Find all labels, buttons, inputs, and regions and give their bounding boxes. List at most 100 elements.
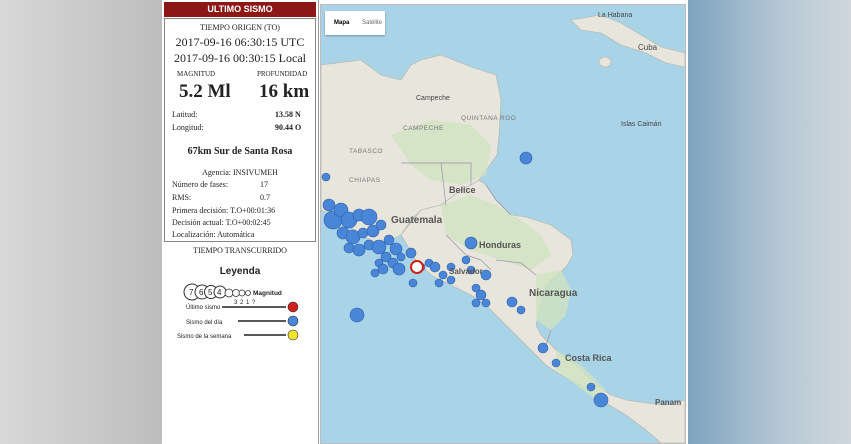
map-label-campeche-city: Campeche bbox=[416, 95, 450, 102]
mag-3-label: 3 bbox=[234, 300, 238, 306]
mag-1-label: 1 bbox=[246, 300, 250, 306]
earthquake-marker[interactable] bbox=[360, 208, 378, 226]
background-left bbox=[0, 0, 162, 444]
mag-7-label: 7 bbox=[189, 288, 194, 297]
earthquake-marker[interactable] bbox=[475, 289, 487, 301]
map-label-nicaragua: Nicaragua bbox=[529, 288, 578, 299]
earthquake-marker[interactable] bbox=[593, 392, 609, 408]
map-label-havana: La Habana bbox=[598, 12, 633, 19]
earthquake-marker[interactable] bbox=[405, 247, 417, 259]
earthquake-marker[interactable] bbox=[586, 382, 596, 392]
map-label-campeche: CAMPECHE bbox=[403, 125, 444, 132]
legend-items: Último sismo Sismo del día Sismo de la s… bbox=[177, 301, 299, 341]
earthquake-marker[interactable] bbox=[357, 227, 369, 239]
legend-box: TIEMPO TRANSCURRIDO Leyenda 7 6 5 4 3 2 … bbox=[164, 245, 316, 442]
magnitude-value: 5.2 Ml bbox=[179, 81, 231, 102]
magnitude-circles: 7 6 5 4 3 2 1 ? Magnitud bbox=[183, 283, 282, 306]
map-type-satellite-button[interactable]: Satélite bbox=[362, 20, 382, 26]
mag-5-label: 5 bbox=[208, 288, 213, 297]
rms-label: RMS: bbox=[172, 193, 192, 202]
map-view[interactable]: Mapa Satélite La Habana Cuba Campeche CA… bbox=[320, 4, 686, 444]
elapsed-time-label: TIEMPO TRANSCURRIDO bbox=[193, 246, 287, 255]
cuba-landmass bbox=[570, 14, 685, 68]
last-earthquake-marker bbox=[410, 260, 424, 274]
map-label-quintana-roo: QUINTANA ROO bbox=[461, 115, 517, 122]
earthquake-marker[interactable] bbox=[321, 172, 331, 182]
map-type-control: Mapa Satélite bbox=[325, 11, 385, 35]
map-label-cuba: Cuba bbox=[638, 43, 658, 52]
earthquake-marker[interactable] bbox=[371, 239, 387, 255]
longitude-value: 90.44 O bbox=[275, 123, 302, 132]
first-decision-text: Primera decisión: T.O+00:01:36 bbox=[172, 206, 276, 215]
earthquake-marker[interactable] bbox=[446, 275, 456, 285]
earthquake-marker[interactable] bbox=[392, 262, 406, 276]
rms-value: 0.7 bbox=[260, 193, 270, 202]
earthquake-marker[interactable] bbox=[506, 296, 518, 308]
earthquake-marker[interactable] bbox=[481, 298, 491, 308]
earthquake-marker[interactable] bbox=[370, 268, 380, 278]
localization-text: Localización: Automática bbox=[172, 230, 255, 239]
earthquake-marker[interactable] bbox=[396, 252, 406, 262]
earthquake-marker[interactable] bbox=[383, 234, 395, 246]
mag-2-label: 2 bbox=[240, 300, 244, 306]
map-label-salvador: Salvador bbox=[449, 267, 483, 276]
mag-4-label: 4 bbox=[217, 288, 222, 297]
magnitude-caption: Magnitud bbox=[253, 290, 282, 297]
map-canvas bbox=[321, 14, 685, 443]
earthquake-marker[interactable] bbox=[516, 305, 526, 315]
map-label-chiapas: CHIAPAS bbox=[349, 177, 381, 184]
location-text: 67km Sur de Santa Rosa bbox=[187, 146, 293, 157]
earthquake-marker[interactable] bbox=[461, 255, 471, 265]
current-decision-text: Decisión actual: T.O+00:02:45 bbox=[172, 218, 271, 227]
info-panel: ULTIMO SISMO TIEMPO ORIGEN (TO) 2017-09-… bbox=[162, 0, 319, 444]
earthquake-marker[interactable] bbox=[408, 278, 418, 288]
latitude-label: Latitud: bbox=[172, 110, 198, 119]
origin-time-label: TIEMPO ORIGEN (TO) bbox=[200, 23, 280, 32]
map-label-belize: Belice bbox=[449, 185, 476, 195]
earthquake-marker[interactable] bbox=[377, 263, 389, 275]
week-event-dot bbox=[287, 329, 299, 341]
phases-label: Número de fases: bbox=[172, 180, 228, 189]
earthquake-marker[interactable] bbox=[438, 270, 448, 280]
earthquake-marker[interactable] bbox=[429, 261, 441, 273]
map-label-cayman: Islas Caimán bbox=[621, 121, 662, 128]
magnitude-label: MAGNITUD bbox=[177, 70, 216, 78]
agency-text: Agencia: INSIVUMEH bbox=[202, 168, 278, 177]
earthquake-marker[interactable] bbox=[349, 307, 365, 323]
mag-6-label: 6 bbox=[199, 288, 204, 297]
map-label-panama: Panam bbox=[655, 398, 682, 407]
earthquake-marker[interactable] bbox=[352, 243, 366, 257]
mag-unknown-label: ? bbox=[252, 300, 256, 306]
last-event-dot bbox=[287, 301, 299, 313]
legend-graphic: 7 6 5 4 3 2 1 ? Magnitud Último sismo Si… bbox=[177, 283, 299, 341]
legend-day-event-label: Sismo del día bbox=[186, 320, 223, 326]
day-event-dot bbox=[287, 315, 299, 327]
map-label-guatemala: Guatemala bbox=[391, 215, 443, 226]
earthquake-marker[interactable] bbox=[434, 278, 444, 288]
earthquake-marker[interactable] bbox=[322, 198, 336, 212]
panel-header: ULTIMO SISMO bbox=[164, 2, 316, 17]
event-info-box: TIEMPO ORIGEN (TO) 2017-09-16 06:30:15 U… bbox=[164, 18, 316, 242]
earthquake-marker[interactable] bbox=[519, 151, 533, 165]
legend-week-event-label: Sismo de la semana bbox=[177, 334, 232, 340]
depth-label: PROFUNDIDAD bbox=[257, 70, 308, 78]
earthquake-marker[interactable] bbox=[551, 358, 561, 368]
longitude-label: Longitud: bbox=[172, 123, 204, 132]
earthquake-marker[interactable] bbox=[375, 219, 387, 231]
origin-time-utc: 2017-09-16 06:30:15 UTC bbox=[175, 35, 305, 49]
phases-value: 17 bbox=[260, 180, 268, 189]
earthquake-marker[interactable] bbox=[464, 236, 478, 250]
green-nicaragua bbox=[536, 270, 571, 330]
depth-value: 16 km bbox=[259, 81, 310, 102]
map-type-map-button[interactable]: Mapa bbox=[334, 20, 349, 26]
background-right bbox=[688, 0, 851, 444]
map-label-tabasco: TABASCO bbox=[349, 148, 384, 155]
map-label-honduras: Honduras bbox=[479, 240, 522, 250]
earthquake-marker[interactable] bbox=[537, 342, 549, 354]
legend-title: Leyenda bbox=[219, 266, 261, 277]
earthquake-marker[interactable] bbox=[343, 242, 355, 254]
origin-time-local: 2017-09-16 00:30:15 Local bbox=[174, 51, 306, 65]
map-label-costa-rica: Costa Rica bbox=[565, 353, 612, 363]
latitude-value: 13.58 N bbox=[275, 110, 301, 119]
earthquake-marker[interactable] bbox=[471, 298, 481, 308]
